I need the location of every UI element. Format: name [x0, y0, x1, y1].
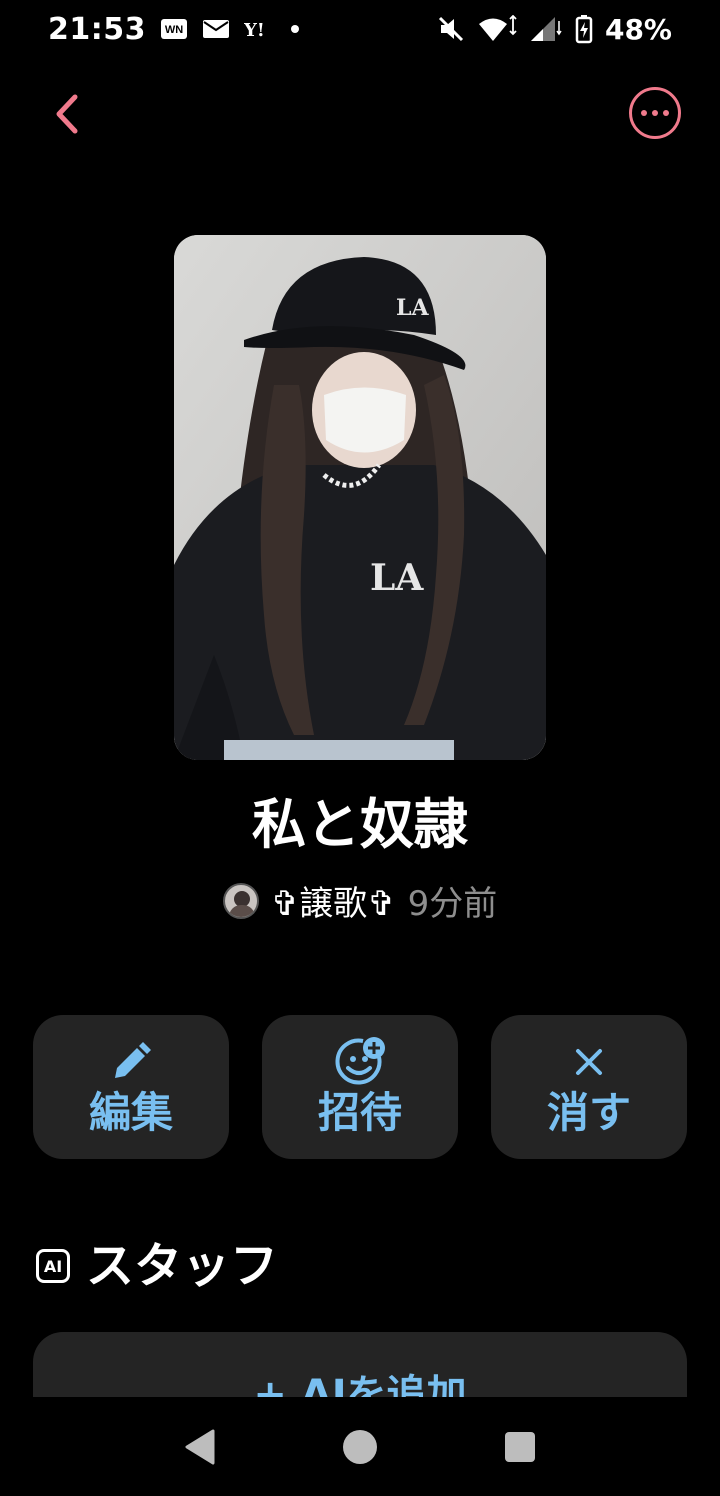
- svg-text:LA: LA: [370, 557, 424, 599]
- weathernews-icon: WN: [160, 17, 188, 41]
- edit-button[interactable]: 編集: [33, 1015, 229, 1159]
- room-cover-image[interactable]: LA LA: [174, 235, 546, 760]
- system-navigation-bar: [0, 1397, 720, 1496]
- more-options-button[interactable]: [629, 87, 681, 139]
- invite-button[interactable]: 招待: [262, 1015, 458, 1159]
- staff-title: スタッフ: [86, 1238, 279, 1294]
- delete-label: 消す: [546, 1088, 631, 1137]
- yahoo-icon: Y!: [244, 17, 276, 41]
- pencil-icon: [109, 1036, 153, 1088]
- staff-section-header: AI スタッフ: [36, 1236, 278, 1296]
- author-avatar[interactable]: [222, 882, 259, 919]
- edit-label: 編集: [88, 1088, 173, 1137]
- battery-icon: [575, 14, 593, 44]
- action-buttons: 編集 招待 消す: [33, 1015, 687, 1159]
- nav-back-button[interactable]: [170, 1417, 230, 1477]
- status-bar: 21:53 WN Y! 48%: [0, 0, 720, 58]
- battery-percent: 48%: [604, 12, 672, 46]
- timestamp: 9分前: [407, 884, 498, 924]
- invite-label: 招待: [317, 1088, 402, 1137]
- delete-button[interactable]: 消す: [491, 1015, 687, 1159]
- svg-text:Y!: Y!: [244, 20, 265, 41]
- nav-home-button[interactable]: [330, 1417, 390, 1477]
- svg-text:WN: WN: [165, 24, 183, 36]
- room-meta: ✞譲歌✞ 9分前: [0, 876, 720, 925]
- wifi-icon: [477, 15, 517, 43]
- add-person-icon: [332, 1036, 388, 1088]
- chevron-left-icon: [56, 94, 78, 134]
- more-icon: [641, 110, 647, 116]
- more-dot-icon: [290, 24, 300, 34]
- status-time: 21:53: [48, 11, 146, 47]
- mute-icon: [437, 15, 465, 43]
- au-mail-icon: [202, 17, 230, 41]
- recents-square-icon: [505, 1431, 535, 1462]
- signal-icon: [529, 15, 563, 43]
- back-button[interactable]: [44, 86, 88, 142]
- home-circle-icon: [343, 1429, 377, 1464]
- author-name[interactable]: ✞譲歌✞: [271, 876, 396, 925]
- svg-text:LA: LA: [396, 295, 429, 321]
- top-app-bar: [0, 80, 720, 146]
- triangle-back-icon: [185, 1429, 215, 1464]
- close-icon: [573, 1036, 605, 1088]
- nav-recents-button[interactable]: [490, 1417, 550, 1477]
- room-title: 私と奴隷: [252, 793, 468, 856]
- ai-badge-icon: AI: [36, 1249, 70, 1283]
